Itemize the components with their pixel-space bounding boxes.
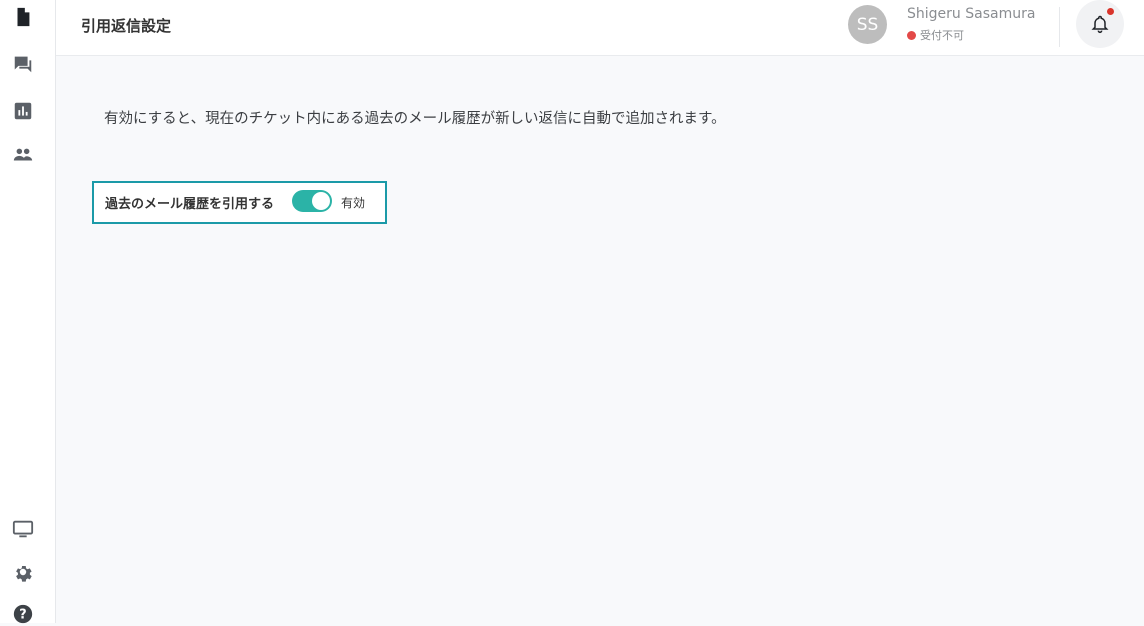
top-header: 引用返信設定 SS Shigeru Sasamura 受付不可 (56, 0, 1144, 56)
document-icon (17, 7, 30, 27)
quote-history-toggle[interactable] (292, 190, 332, 212)
page-title: 引用返信設定 (81, 17, 172, 35)
status-dot (907, 30, 916, 40)
toggle-state-label: 有効 (341, 196, 366, 210)
sidebar-item-tickets[interactable] (11, 5, 35, 29)
monitor-icon (12, 520, 34, 538)
sidebar-item-reports[interactable] (11, 99, 35, 123)
gear-icon (16, 566, 32, 582)
notifications-button[interactable] (1076, 0, 1124, 48)
notification-badge (1107, 8, 1114, 15)
setting-description: 有効にすると、現在のチケット内にある過去のメール履歴が新しい返信に自動で追加され… (104, 111, 726, 127)
toggle-knob (312, 192, 330, 210)
user-name[interactable]: Shigeru Sasamura (907, 6, 1035, 22)
sidebar-item-users[interactable] (11, 143, 35, 167)
header-divider (1059, 7, 1060, 47)
sidebar-item-help[interactable]: ? (11, 602, 35, 626)
help-icon: ? (13, 604, 33, 624)
setting-label: 過去のメール履歴を引用する (105, 197, 275, 212)
bell-icon (1091, 15, 1109, 34)
bar-chart-icon (14, 102, 32, 120)
quote-history-setting: 過去のメール履歴を引用する 有効 (92, 181, 387, 224)
user-status-label: 受付不可 (920, 29, 964, 42)
user-status: 受付不可 (907, 27, 964, 43)
chat-icon (14, 56, 32, 73)
sidebar-item-settings[interactable] (11, 560, 35, 584)
sidebar: ? (0, 0, 56, 626)
avatar[interactable]: SS (848, 5, 887, 44)
svg-text:?: ? (19, 608, 26, 623)
people-icon (13, 148, 33, 161)
sidebar-item-display[interactable] (11, 517, 35, 541)
sidebar-item-chat[interactable] (11, 52, 35, 76)
